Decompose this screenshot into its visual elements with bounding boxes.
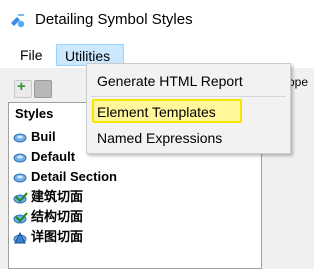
styles-toolbar [14,78,54,98]
style-icon [13,173,27,183]
style-check-icon [13,191,28,204]
style-icon [13,133,27,143]
menu-separator [91,96,286,97]
styles-header: Styles [15,106,54,121]
menu-item-generate-html-report[interactable]: Generate HTML Report [97,70,243,92]
menu-file[interactable]: File [12,44,51,66]
style-item[interactable]: Detail Section [13,168,117,186]
utilities-dropdown-menu: Generate HTML Report Element Templates N… [86,63,291,154]
style-check-icon [13,211,28,224]
style-item[interactable]: 建筑切面 [13,188,83,206]
properties-label-partial: ope [288,75,309,89]
style-item[interactable]: Default [13,148,75,166]
style-label: Default [31,149,76,164]
style-item[interactable]: Buil [13,128,56,146]
window-title: Detailing Symbol Styles [35,11,193,28]
style-label: 详图切面 [31,229,84,244]
style-item[interactable]: 详图切面 [13,228,83,246]
style-label: Detail Section [31,169,117,184]
title-bar: Detailing Symbol Styles [0,0,314,40]
style-label: 结构切面 [31,209,84,224]
style-label: 建筑切面 [31,189,84,204]
save-style-icon[interactable] [34,80,52,98]
style-item[interactable]: 结构切面 [13,208,83,226]
menu-item-named-expressions[interactable]: Named Expressions [97,127,222,149]
app-icon [9,12,27,30]
style-warning-icon [13,231,27,244]
style-icon [13,153,27,163]
menu-item-element-templates[interactable]: Element Templates [97,101,216,123]
style-label: Buil [31,129,56,144]
add-style-icon[interactable] [14,78,32,98]
